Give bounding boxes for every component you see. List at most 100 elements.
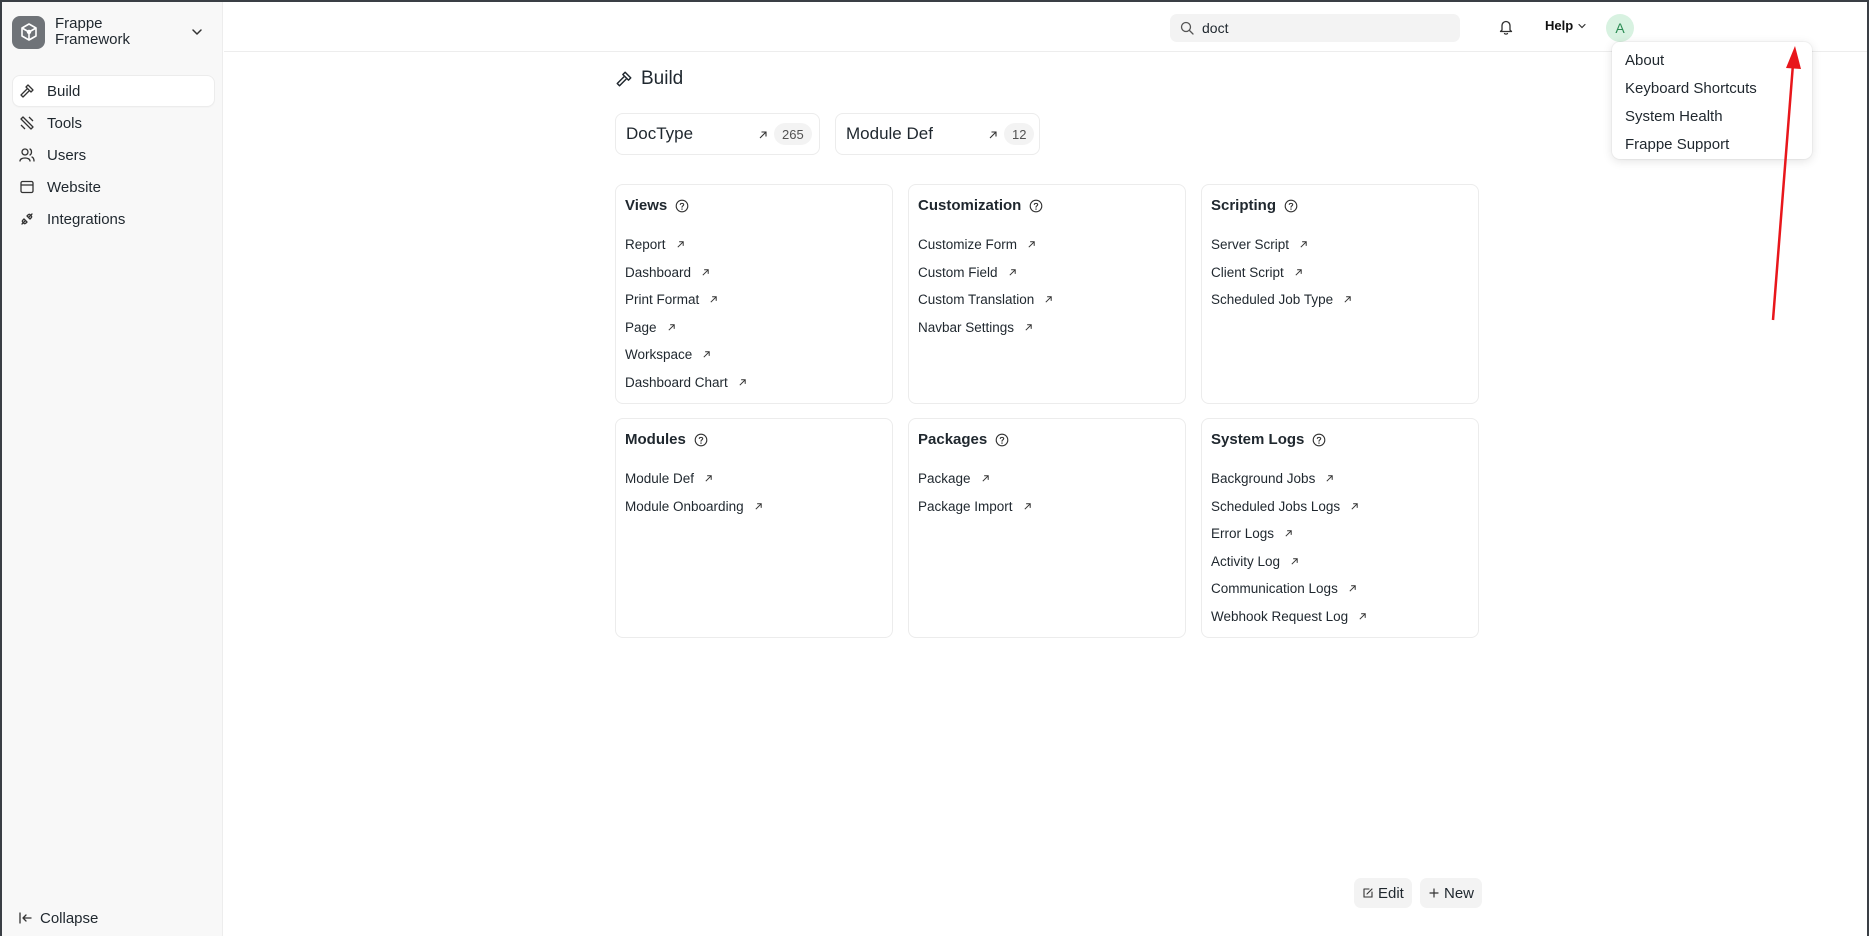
card-title-text: Views — [625, 197, 668, 214]
card-links: Module Def Module Onboarding — [625, 465, 763, 520]
card-link[interactable]: Page — [625, 314, 747, 342]
card-link[interactable]: Dashboard Chart — [625, 369, 747, 397]
card-link[interactable]: Webhook Request Log — [1211, 603, 1367, 631]
card-link[interactable]: Customize Form — [918, 231, 1053, 259]
card-link[interactable]: Server Script — [1211, 231, 1352, 259]
arrow-up-right-icon — [1285, 530, 1292, 537]
card-link[interactable]: Scheduled Job Type — [1211, 286, 1352, 314]
search-input[interactable] — [1202, 20, 1442, 36]
card-link[interactable]: Scheduled Jobs Logs — [1211, 493, 1367, 521]
card-link[interactable]: Custom Field — [918, 259, 1053, 287]
help-circle-icon[interactable] — [694, 433, 708, 447]
card-link-label: Custom Translation — [918, 292, 1035, 308]
card-link-label: Package — [918, 471, 971, 487]
arrow-up-right-icon — [759, 131, 767, 139]
notification-bell-icon[interactable] — [1497, 18, 1515, 36]
tools-icon — [20, 116, 34, 130]
shortcut-count-badge: 12 — [1004, 123, 1035, 145]
sidebar-item-users[interactable]: Users — [13, 140, 214, 170]
shortcut-module-def[interactable]: Module Def 12 — [835, 113, 1040, 155]
help-circle-icon[interactable] — [675, 199, 689, 213]
help-menu-item-about[interactable]: About — [1612, 46, 1812, 74]
arrow-up-right-icon — [1291, 558, 1298, 565]
arrow-up-right-icon — [1300, 241, 1307, 248]
sidebar-item-integrations[interactable]: Integrations — [13, 204, 214, 234]
shortcut-label: DocType — [626, 124, 694, 143]
card-link[interactable]: Custom Translation — [918, 286, 1053, 314]
help-menu-item-system-health[interactable]: System Health — [1612, 102, 1812, 130]
card-link[interactable]: Module Onboarding — [625, 493, 763, 521]
card-title: Scripting — [1211, 197, 1298, 214]
shortcut-doctype[interactable]: DocType 265 — [615, 113, 820, 155]
edit-button[interactable]: Edit — [1354, 878, 1412, 908]
sidebar-item-tools[interactable]: Tools — [13, 108, 214, 138]
card-link-label: Server Script — [1211, 237, 1290, 253]
app-name: Frappe Framework — [55, 16, 175, 48]
card-links: Server Script Client Script Scheduled Job … — [1211, 231, 1352, 314]
card-links: Customize Form Custom Field Custom Transla… — [918, 231, 1053, 341]
card-link[interactable]: Report — [625, 231, 747, 259]
card-link[interactable]: Module Def — [625, 465, 763, 493]
shortcut-label: Module Def — [846, 124, 933, 143]
card-link-label: Dashboard — [625, 264, 692, 280]
collapse-sidebar-button[interactable]: Collapse — [18, 906, 98, 930]
arrow-up-right-icon — [1349, 585, 1356, 592]
arrow-up-right-icon — [710, 296, 717, 303]
card-title: Modules — [625, 431, 708, 448]
card-link[interactable]: Client Script — [1211, 259, 1352, 287]
sidebar-item-website[interactable]: Website — [13, 172, 214, 202]
card-packages: Packages Package Package Import — [908, 418, 1186, 638]
arrow-up-right-icon — [989, 131, 997, 139]
card-link[interactable]: Background Jobs — [1211, 465, 1367, 493]
collapse-icon — [19, 912, 32, 924]
shortcut-count-badge: 265 — [774, 123, 812, 145]
help-circle-icon[interactable] — [1029, 199, 1043, 213]
plus-icon — [1429, 888, 1439, 898]
card-title-text: System Logs — [1211, 431, 1305, 448]
help-circle-icon[interactable] — [1284, 199, 1298, 213]
sidebar-item-label: Website — [47, 178, 101, 196]
card-link-label: Workspace — [625, 347, 693, 363]
arrow-up-right-icon — [667, 324, 675, 331]
help-dropdown-button[interactable]: Help — [1545, 18, 1587, 33]
card-customization: Customization Customize Form Custom Field C… — [908, 184, 1186, 404]
integrations-icon — [21, 213, 33, 225]
card-title-text: Modules — [625, 431, 686, 448]
app-name-line2: Framework — [55, 31, 131, 48]
help-menu-item-keyboard-shortcuts[interactable]: Keyboard Shortcuts — [1612, 74, 1812, 102]
sidebar-item-label: Integrations — [47, 210, 126, 228]
card-link-label: Page — [625, 319, 657, 335]
app-window: Frappe Framework Build Tools Users Websi… — [0, 0, 1869, 936]
arrow-up-right-icon — [1351, 503, 1358, 510]
card-link[interactable]: Package — [918, 465, 1032, 493]
app-switcher[interactable]: Frappe Framework — [11, 12, 211, 52]
card-link[interactable]: Print Format — [625, 286, 747, 314]
sidebar-item-label: Build — [47, 82, 81, 100]
new-label: New — [1444, 884, 1475, 902]
help-circle-icon[interactable] — [1312, 433, 1326, 447]
card-link-label: Client Script — [1211, 264, 1284, 280]
help-menu: About Keyboard Shortcuts System Health F… — [1612, 42, 1812, 159]
arrow-up-right-icon — [1326, 475, 1334, 482]
new-button[interactable]: New — [1420, 878, 1483, 908]
help-circle-icon[interactable] — [995, 433, 1009, 447]
card-link[interactable]: Activity Log — [1211, 548, 1367, 576]
card-link[interactable]: Workspace — [625, 341, 747, 369]
arrow-up-right-icon — [1025, 324, 1032, 331]
search-bar[interactable] — [1170, 14, 1460, 42]
card-link[interactable]: Communication Logs — [1211, 575, 1367, 603]
sidebar-item-build[interactable]: Build — [13, 76, 214, 106]
card-title-text: Packages — [918, 431, 988, 448]
users-icon — [19, 148, 35, 162]
help-menu-item-frappe-support[interactable]: Frappe Support — [1612, 130, 1812, 158]
card-link[interactable]: Dashboard — [625, 259, 747, 287]
card-link[interactable]: Error Logs — [1211, 520, 1367, 548]
arrow-up-right-icon — [981, 475, 989, 482]
arrow-up-right-icon — [1295, 269, 1302, 276]
card-link[interactable]: Navbar Settings — [918, 314, 1053, 342]
card-link[interactable]: Package Import — [918, 493, 1032, 521]
chevron-down-icon — [192, 29, 202, 35]
card-views: Views Report Dashboard Print Format Page Work… — [615, 184, 893, 404]
user-avatar[interactable]: A — [1606, 14, 1634, 42]
card-title: Packages — [918, 431, 1009, 448]
